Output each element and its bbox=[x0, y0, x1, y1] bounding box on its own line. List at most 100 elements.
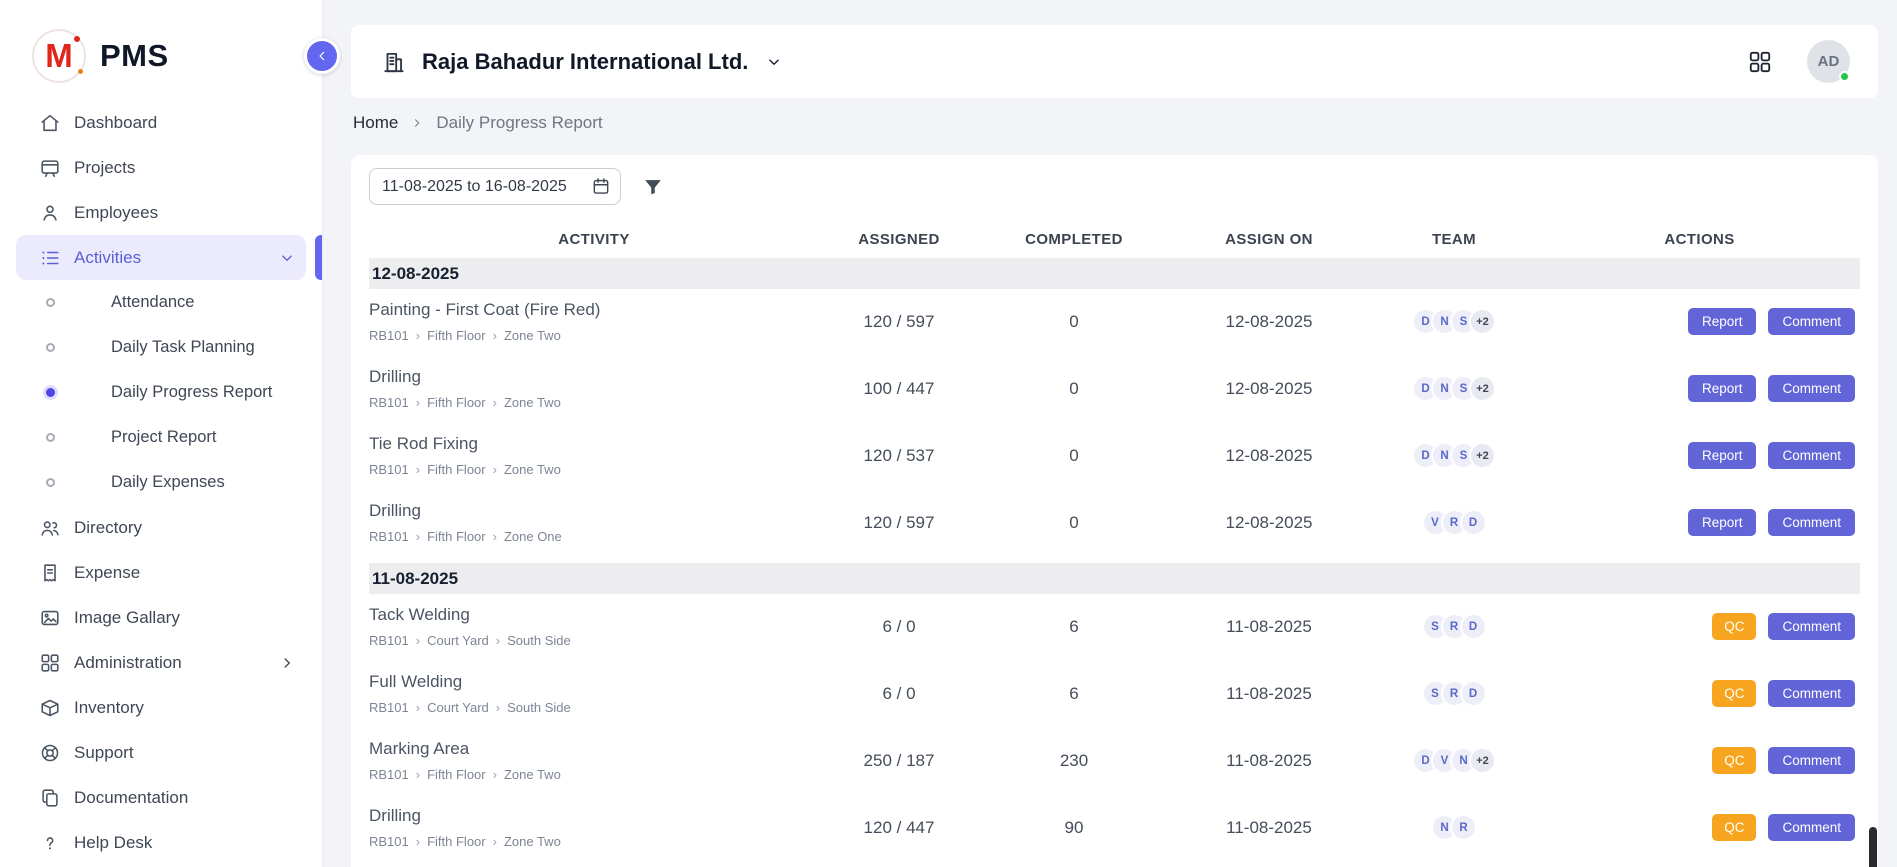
sidebar-item-label: Employees bbox=[74, 203, 158, 223]
sidebar-item-label: Documentation bbox=[74, 788, 188, 808]
completed-value: 6 bbox=[979, 617, 1169, 637]
team-extra-count: +2 bbox=[1469, 442, 1496, 469]
filter-icon[interactable] bbox=[642, 176, 664, 198]
sidebar-subitem-daily-expenses[interactable]: Daily Expenses bbox=[16, 460, 306, 505]
sidebar-collapse-button[interactable] bbox=[304, 38, 340, 74]
assigned-value: 6 / 0 bbox=[819, 617, 979, 637]
column-header-completed: COMPLETED bbox=[979, 231, 1169, 248]
path-segment: Fifth Floor bbox=[427, 767, 486, 782]
activity-name: Tack Welding bbox=[369, 605, 809, 625]
sidebar-item-inventory[interactable]: Inventory bbox=[16, 685, 306, 730]
team-avatars: NR bbox=[1369, 814, 1539, 841]
date-range-input[interactable] bbox=[369, 168, 621, 205]
team-avatars: DVN+2 bbox=[1369, 747, 1539, 774]
table-row: Tie Rod FixingRB101›Fifth Floor›Zone Two… bbox=[369, 423, 1860, 490]
comment-button[interactable]: Comment bbox=[1768, 375, 1855, 402]
path-segment: Court Yard bbox=[427, 700, 489, 715]
comment-button[interactable]: Comment bbox=[1768, 308, 1855, 335]
sidebar-subitem-daily-task-planning[interactable]: Daily Task Planning bbox=[16, 325, 306, 370]
report-button[interactable]: Report bbox=[1688, 509, 1757, 536]
projects-icon bbox=[39, 157, 61, 179]
qc-button[interactable]: QC bbox=[1712, 613, 1756, 640]
path-segment: Fifth Floor bbox=[427, 395, 486, 410]
report-button[interactable]: Report bbox=[1688, 308, 1757, 335]
comment-button[interactable]: Comment bbox=[1768, 613, 1855, 640]
activity-name: Tie Rod Fixing bbox=[369, 434, 809, 454]
sidebar-subitem-daily-progress-report[interactable]: Daily Progress Report bbox=[16, 370, 306, 415]
activity-cell: Full WeldingRB101›Court Yard›South Side bbox=[369, 672, 819, 715]
sidebar-item-label: Help Desk bbox=[74, 833, 152, 853]
team-member-avatar: R bbox=[1450, 814, 1477, 841]
sidebar-subitem-attendance[interactable]: Attendance bbox=[16, 280, 306, 325]
company-selector[interactable]: Raja Bahadur International Ltd. bbox=[381, 49, 783, 75]
qc-button[interactable]: QC bbox=[1712, 814, 1756, 841]
chevron-right-icon: › bbox=[416, 328, 420, 343]
sidebar-item-dashboard[interactable]: Dashboard bbox=[16, 100, 306, 145]
sidebar-item-support[interactable]: Support bbox=[16, 730, 306, 775]
bullet-icon bbox=[46, 478, 55, 487]
sidebar-item-directory[interactable]: Directory bbox=[16, 505, 306, 550]
activity-name: Drilling bbox=[369, 501, 809, 521]
logo-letter: M bbox=[45, 37, 73, 75]
report-button[interactable]: Report bbox=[1688, 375, 1757, 402]
apps-grid-icon[interactable] bbox=[1747, 49, 1773, 75]
company-name: Raja Bahadur International Ltd. bbox=[422, 49, 748, 75]
chevron-right-icon: › bbox=[493, 395, 497, 410]
sidebar-item-label: Administration bbox=[74, 653, 182, 673]
comment-button[interactable]: Comment bbox=[1768, 442, 1855, 469]
report-button[interactable]: Report bbox=[1688, 442, 1757, 469]
breadcrumb-home[interactable]: Home bbox=[353, 113, 398, 133]
path-segment: Zone Two bbox=[504, 395, 561, 410]
comment-button[interactable]: Comment bbox=[1768, 814, 1855, 841]
activity-location-path: RB101 › Fifth Floor › Zone Two bbox=[369, 395, 809, 410]
sidebar-subitem-project-report[interactable]: Project Report bbox=[16, 415, 306, 460]
sidebar-item-documentation[interactable]: Documentation bbox=[16, 775, 306, 820]
activity-cell: DrillingRB101›Fifth Floor›Zone Two bbox=[369, 806, 819, 849]
sidebar-item-activities[interactable]: Activities bbox=[16, 235, 306, 280]
activity-name: Drilling bbox=[369, 367, 809, 387]
sidebar-item-employees[interactable]: Employees bbox=[16, 190, 306, 235]
user-avatar[interactable]: AD bbox=[1807, 40, 1850, 83]
administration-icon bbox=[39, 652, 61, 674]
table-row: DrillingRB101›Fifth Floor›Zone One120 / … bbox=[369, 490, 1860, 557]
sidebar-item-expense[interactable]: Expense bbox=[16, 550, 306, 595]
chevron-right-icon: › bbox=[416, 395, 420, 410]
path-segment: South Side bbox=[507, 700, 571, 715]
qc-button[interactable]: QC bbox=[1712, 680, 1756, 707]
comment-button[interactable]: Comment bbox=[1768, 680, 1855, 707]
path-segment: RB101 bbox=[369, 395, 409, 410]
path-segment: Fifth Floor bbox=[427, 834, 486, 849]
chevron-left-icon bbox=[314, 48, 330, 64]
completed-value: 6 bbox=[979, 684, 1169, 704]
assigned-value: 120 / 597 bbox=[819, 312, 979, 332]
scrollbar-thumb[interactable] bbox=[1869, 827, 1877, 867]
chevron-right-icon: › bbox=[493, 834, 497, 849]
sidebar-item-label: Expense bbox=[74, 563, 140, 583]
sidebar-item-image-gallary[interactable]: Image Gallary bbox=[16, 595, 306, 640]
chevron-right-icon bbox=[410, 116, 424, 130]
activity-name: Painting - First Coat (Fire Red) bbox=[369, 300, 809, 320]
path-segment: RB101 bbox=[369, 462, 409, 477]
calendar-icon bbox=[591, 176, 611, 196]
comment-button[interactable]: Comment bbox=[1768, 509, 1855, 536]
chevron-right-icon: › bbox=[416, 633, 420, 648]
activity-cell: DrillingRB101›Fifth Floor›Zone One bbox=[369, 501, 819, 544]
team-member-avatar: D bbox=[1460, 680, 1487, 707]
path-segment: Zone One bbox=[504, 529, 562, 544]
avatar-initials: AD bbox=[1818, 53, 1840, 70]
path-segment: Court Yard bbox=[427, 633, 489, 648]
sidebar-item-projects[interactable]: Projects bbox=[16, 145, 306, 190]
sidebar-item-help-desk[interactable]: Help Desk bbox=[16, 820, 306, 865]
date-group-header: 11-08-2025 bbox=[369, 563, 1860, 594]
path-segment: Zone Two bbox=[504, 462, 561, 477]
activity-location-path: RB101›Fifth Floor›Zone Two bbox=[369, 834, 809, 849]
team-extra-count: +2 bbox=[1469, 747, 1496, 774]
chevron-right-icon: › bbox=[416, 767, 420, 782]
sidebar-item-administration[interactable]: Administration bbox=[16, 640, 306, 685]
qc-button[interactable]: QC bbox=[1712, 747, 1756, 774]
comment-button[interactable]: Comment bbox=[1768, 747, 1855, 774]
sidebar-subitem-label: Daily Expenses bbox=[111, 473, 225, 492]
actions-cell: Report Comment bbox=[1539, 509, 1860, 536]
sidebar-nav: DashboardProjects Employees ActivitiesAtte… bbox=[0, 100, 322, 865]
main-content: Raja Bahadur International Ltd. AD Home … bbox=[323, 0, 1897, 867]
